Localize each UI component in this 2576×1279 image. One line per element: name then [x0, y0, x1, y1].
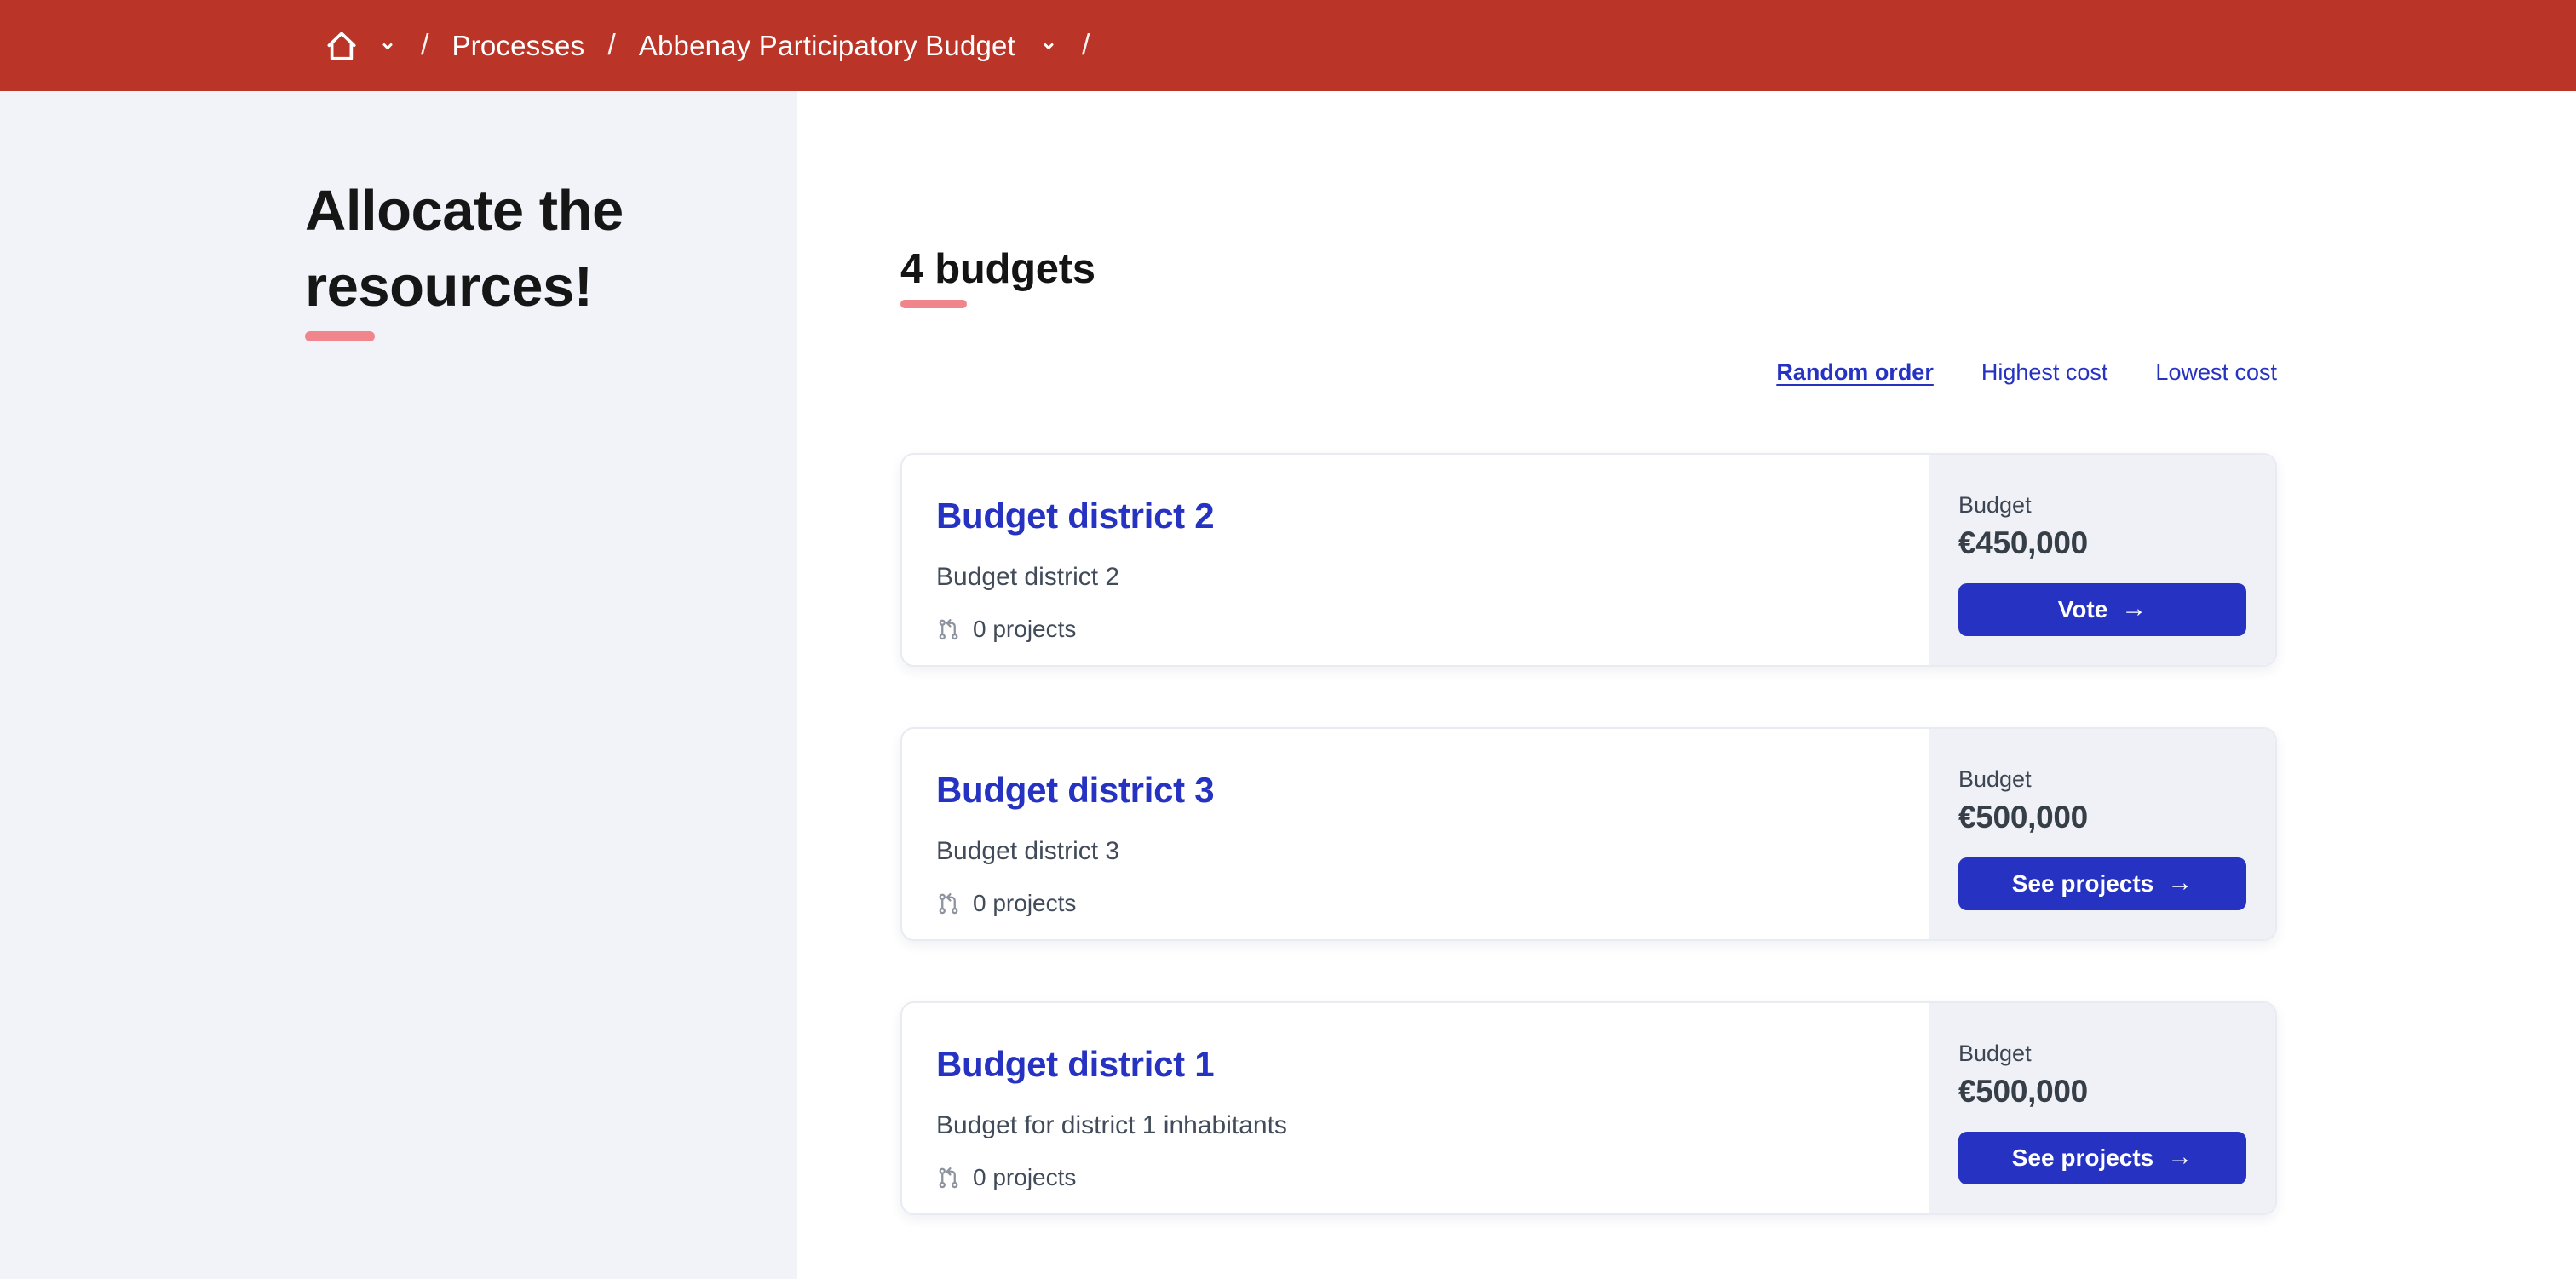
budget-card: Budget district 1 Budget for district 1 … [900, 1001, 2277, 1215]
sort-option-lowest-cost[interactable]: Lowest cost [2155, 358, 2277, 387]
budget-summary: Budget €450,000 Vote → [1929, 455, 2275, 665]
home-icon [322, 27, 361, 65]
projects-count: 0 projects [936, 1164, 1895, 1191]
git-pull-request-icon [936, 892, 961, 916]
budget-card-title[interactable]: Budget district 3 [936, 770, 1215, 810]
breadcrumb: / Processes / Abbenay Participatory Budg… [0, 0, 2576, 91]
arrow-right-icon: → [2167, 1143, 2194, 1171]
projects-count-label: 0 projects [973, 616, 1077, 642]
projects-count-label: 0 projects [973, 1164, 1077, 1190]
budget-card: Budget district 2 Budget district 2 0 pr… [900, 453, 2277, 667]
breadcrumb-link-processes[interactable]: Processes [451, 30, 584, 62]
title-accent [305, 331, 375, 341]
see-projects-button-label: See projects [2011, 1144, 2154, 1171]
page-body: Allocate the resources! 4 budgets Random… [0, 91, 2576, 1279]
budget-card-description: Budget district 2 [936, 563, 1120, 591]
chevron-down-icon [1038, 36, 1059, 56]
chevron-down-icon [377, 36, 398, 56]
projects-count: 0 projects [936, 616, 1895, 643]
sort-option-random-order[interactable]: Random order [1776, 358, 1934, 387]
page-title: Allocate the resources! [305, 179, 624, 318]
budget-amount: €450,000 [1958, 525, 2088, 560]
budget-summary: Budget €500,000 See projects → [1929, 1003, 2275, 1213]
breadcrumb-separator: / [607, 29, 616, 61]
budgets-count-heading: 4 budgets [900, 246, 1095, 292]
home-link[interactable] [322, 27, 361, 65]
budget-label: Budget [1958, 492, 2032, 518]
projects-count: 0 projects [936, 890, 1895, 917]
git-pull-request-icon [936, 1166, 961, 1190]
breadcrumb-separator: / [421, 29, 429, 61]
budget-card-title[interactable]: Budget district 1 [936, 1044, 1215, 1084]
process-dropdown-toggle[interactable] [1038, 36, 1059, 56]
budget-card-main: Budget district 2 Budget district 2 0 pr… [902, 455, 1929, 665]
sort-options: Random order Highest cost Lowest cost [900, 358, 2277, 387]
budget-label: Budget [1958, 1041, 2032, 1066]
git-pull-request-icon [936, 617, 961, 642]
budget-card-main: Budget district 3 Budget district 3 0 pr… [902, 729, 1929, 939]
breadcrumb-link-process[interactable]: Abbenay Participatory Budget [639, 30, 1015, 62]
arrow-right-icon: → [2121, 594, 2148, 622]
vote-button[interactable]: Vote → [1958, 583, 2246, 636]
budget-card-description: Budget for district 1 inhabitants [936, 1111, 1287, 1139]
see-projects-button[interactable]: See projects → [1958, 857, 2246, 910]
budget-card: Budget district 3 Budget district 3 0 pr… [900, 727, 2277, 941]
breadcrumb-separator: / [1081, 29, 1090, 61]
budget-amount: €500,000 [1958, 1074, 2088, 1109]
budget-label: Budget [1958, 766, 2032, 792]
budget-card-list: Budget district 2 Budget district 2 0 pr… [900, 453, 2277, 1266]
see-projects-button[interactable]: See projects → [1958, 1132, 2246, 1184]
budget-card-title[interactable]: Budget district 2 [936, 496, 1215, 536]
heading-accent [900, 300, 967, 308]
sort-option-highest-cost[interactable]: Highest cost [1981, 358, 2108, 387]
budget-card-description: Budget district 3 [936, 837, 1120, 865]
budget-summary: Budget €500,000 See projects → [1929, 729, 2275, 939]
vote-button-label: Vote [2057, 596, 2108, 622]
budget-amount: €500,000 [1958, 800, 2088, 835]
sidebar: Allocate the resources! [0, 91, 797, 1279]
budget-card-main: Budget district 1 Budget for district 1 … [902, 1003, 1929, 1213]
projects-count-label: 0 projects [973, 890, 1077, 916]
see-projects-button-label: See projects [2011, 870, 2154, 897]
main-content: 4 budgets Random order Highest cost Lowe… [797, 91, 2576, 1279]
arrow-right-icon: → [2167, 869, 2194, 897]
home-dropdown-toggle[interactable] [377, 36, 398, 56]
